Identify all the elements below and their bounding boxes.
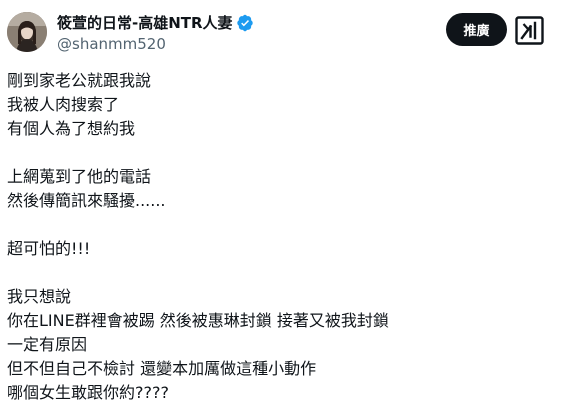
author-name-row[interactable]: 筱萱的日常-高雄NTR人妻 <box>57 12 254 34</box>
avatar-photo <box>7 12 47 52</box>
tweet-header: 筱萱的日常-高雄NTR人妻 @shanmm520 推廣 <box>0 0 579 62</box>
text-line: 然後傳簡訊來騷擾...... <box>7 191 166 210</box>
verified-badge-icon <box>236 14 253 32</box>
text-line: 我被人肉搜索了 <box>7 95 120 114</box>
avatar[interactable] <box>7 12 47 52</box>
text-line: 但不但自己不檢討 還變本加厲做這種小動作 <box>7 359 317 378</box>
text-line: 剛到家老公就跟我說 <box>7 71 152 90</box>
grok-button[interactable] <box>515 16 544 45</box>
text-line: 一定有原因 <box>7 335 88 354</box>
promote-button[interactable]: 推廣 <box>446 13 507 46</box>
text-line: 有個人為了想約我 <box>7 119 136 138</box>
tweet-text: 剛到家老公就跟我說 我被人肉搜索了 有個人為了想約我 上網蒐到了他的電話 然後傳… <box>7 69 567 405</box>
author-display-name[interactable]: 筱萱的日常-高雄NTR人妻 <box>57 13 233 33</box>
text-line: 我只想說 <box>7 287 72 306</box>
text-line: 哪個女生敢跟你約???? <box>7 383 169 402</box>
grok-icon <box>515 16 544 45</box>
author-handle[interactable]: @shanmm520 <box>57 34 166 54</box>
text-line: 上網蒐到了他的電話 <box>7 167 152 186</box>
text-line: 超可怕的!!! <box>7 239 91 258</box>
text-line: 你在LINE群裡會被踢 然後被惠琳封鎖 接著又被我封鎖 <box>7 311 389 330</box>
